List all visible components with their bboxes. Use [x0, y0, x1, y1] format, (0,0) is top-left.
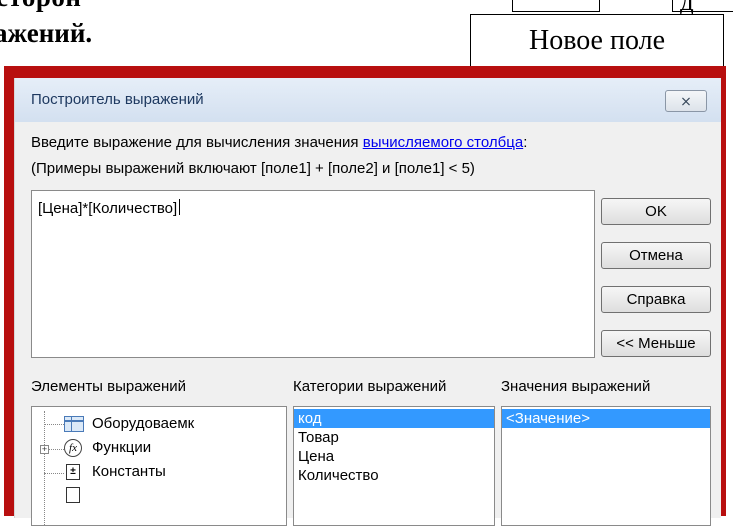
expression-examples: (Примеры выражений включают [поле1] + [п…	[31, 160, 475, 177]
expression-values-label: Значения выражений	[501, 378, 651, 395]
expression-categories-list[interactable]: код Товар Цена Количество	[293, 406, 495, 526]
tree-item-label: Функции	[92, 439, 152, 456]
cancel-button[interactable]: Отмена	[601, 242, 711, 269]
text-caret	[179, 199, 181, 215]
category-item[interactable]: Количество	[294, 466, 494, 485]
expression-values-list[interactable]: <Значение>	[501, 406, 711, 526]
category-item-selected[interactable]: код	[294, 409, 494, 428]
expression-elements-tree[interactable]: Оборудоваемк + fx Функции ± Константы	[31, 406, 287, 526]
tree-connector	[44, 411, 45, 525]
tree-connector	[44, 424, 64, 425]
calculated-column-link[interactable]: вычисляемого столбца	[363, 134, 523, 151]
new-field-callout: Новое поле	[470, 14, 724, 72]
dialog-title: Построитель выражений	[31, 91, 204, 108]
document-shape-box	[512, 0, 600, 12]
expression-input[interactable]: [Цена]*[Количество]	[31, 190, 595, 358]
tree-item-label: Оборудоваемк	[92, 415, 195, 432]
tree-connector	[44, 473, 64, 474]
category-item[interactable]: Цена	[294, 447, 494, 466]
ok-button[interactable]: OK	[601, 198, 711, 225]
new-field-callout-label: Новое поле	[528, 25, 666, 56]
function-icon: fx	[64, 439, 82, 457]
tree-item-partial-icon	[66, 487, 80, 503]
table-icon	[64, 416, 84, 432]
document-text-suffix: ажений.	[0, 18, 93, 48]
category-item[interactable]: Товар	[294, 428, 494, 447]
dialog-titlebar[interactable]: Построитель выражений ⨯	[15, 78, 721, 122]
expression-text: [Цена]*[Количество]	[38, 200, 178, 217]
expression-builder-dialog: Построитель выражений ⨯ Введите выражени…	[14, 78, 721, 526]
value-item-selected[interactable]: <Значение>	[502, 409, 710, 428]
less-button[interactable]: << Меньше	[601, 330, 711, 357]
help-button[interactable]: Справка	[601, 286, 711, 313]
expand-plus-icon[interactable]: +	[40, 445, 49, 454]
tree-item-label: Константы	[92, 463, 166, 480]
close-button[interactable]: ⨯	[665, 90, 707, 112]
close-icon: ⨯	[680, 93, 692, 109]
document-text-fragment: сторон	[0, 0, 81, 13]
expression-categories-label: Категории выражений	[293, 378, 447, 395]
expression-elements-label: Элементы выражений	[31, 378, 186, 395]
expression-prompt: Введите выражение для вычисления значени…	[31, 134, 528, 151]
constants-icon: ±	[66, 464, 80, 480]
